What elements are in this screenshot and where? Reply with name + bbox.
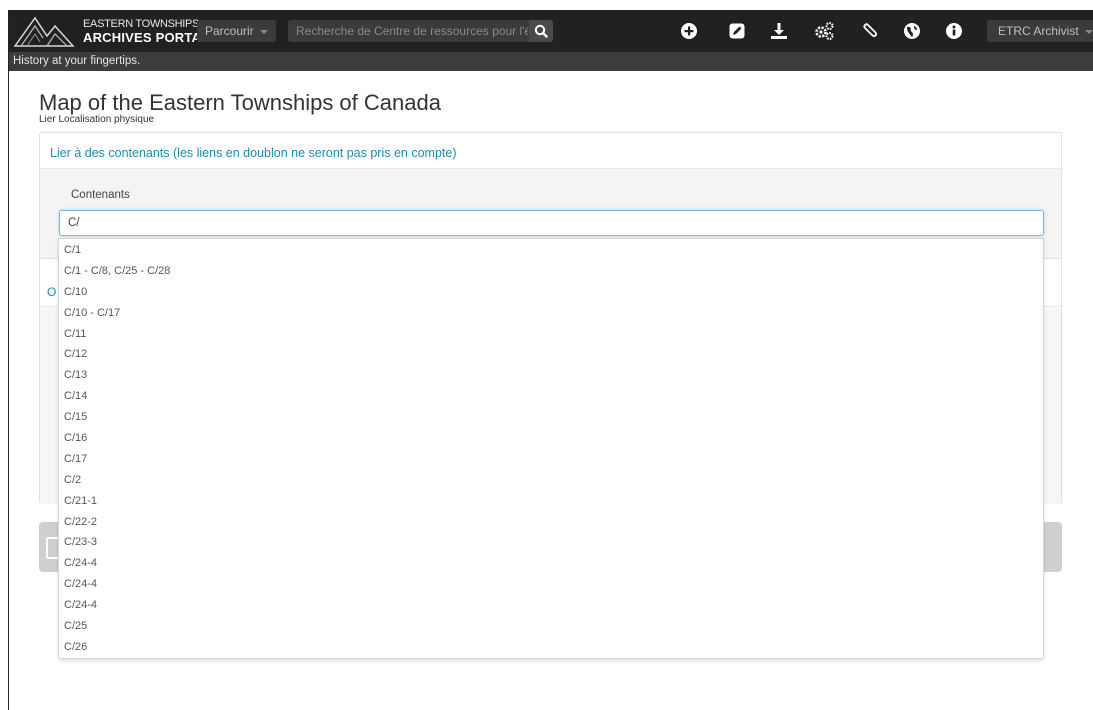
autocomplete-option[interactable]: C/21-1 [59,491,1043,512]
quick-links-menu-button[interactable] [944,21,964,41]
collapsed-section-label: O [47,285,57,299]
logo-text-top: EASTERN TOWNSHIPS [83,18,200,30]
edit-icon [729,23,745,39]
import-menu-button[interactable] [769,21,789,41]
autocomplete-option[interactable]: C/14 [59,386,1043,407]
autocomplete-option[interactable]: C/24-4 [59,595,1043,616]
caret-down-icon [259,29,268,34]
panel-heading-link[interactable]: Lier à des contenants (les liens en doub… [40,133,1061,169]
autocomplete-option[interactable]: C/24-4 [59,574,1043,595]
page-subtitle: Lier Localisation physique [39,114,155,125]
autocomplete-option[interactable]: C/26 [59,637,1043,658]
browse-label: Parcourir [205,24,254,38]
site-logo[interactable]: EASTERN TOWNSHIPS ARCHIVES PORTAL [13,14,209,48]
search-button[interactable] [529,20,553,42]
logo-text-bottom: ARCHIVES PORTAL [83,30,210,45]
download-icon [771,23,787,39]
caret-down-icon [1084,29,1093,34]
autocomplete-option[interactable]: C/17 [59,449,1043,470]
containers-field-label: Contenants [71,189,130,201]
add-menu-button[interactable] [679,21,699,41]
admin-menu-button[interactable] [814,21,834,41]
autocomplete-option[interactable]: C/12 [59,344,1043,365]
user-menu-label: ETRC Archivist [998,24,1079,38]
autocomplete-option[interactable]: C/23-3 [59,532,1043,553]
gears-icon [815,22,834,40]
browser-frame: EASTERN TOWNSHIPS ARCHIVES PORTAL Parcou… [8,10,1093,710]
autocomplete-option[interactable]: C/22-2 [59,512,1043,533]
autocomplete-option[interactable]: C/13 [59,365,1043,386]
autocomplete-option[interactable]: C/24-4 [59,553,1043,574]
autocomplete-option[interactable]: C/10 - C/17 [59,303,1043,324]
search-box [288,20,553,42]
paperclip-icon [863,23,878,38]
autocomplete-option[interactable]: C/25 [59,616,1043,637]
search-icon [534,24,548,38]
plus-circle-icon [681,23,697,39]
clipboard-menu-button[interactable] [860,21,880,41]
containers-input[interactable] [59,210,1044,236]
autocomplete-option[interactable]: C/1 - C/8, C/25 - C/28 [59,261,1043,282]
user-menu-button[interactable]: ETRC Archivist [987,20,1093,42]
info-icon [946,23,962,39]
form-action-button[interactable] [46,537,58,559]
autocomplete-dropdown: C/1 C/1 - C/8, C/25 - C/28 C/10 C/10 - C/17… [58,238,1044,659]
search-input[interactable] [288,20,528,42]
autocomplete-option[interactable]: C/10 [59,282,1043,303]
autocomplete-option[interactable]: C/1 [59,240,1043,261]
autocomplete-option[interactable]: C/2 [59,470,1043,491]
page-title: Map of the Eastern Townships of Canada [39,90,441,115]
browse-dropdown-button[interactable]: Parcourir [197,20,276,42]
autocomplete-option[interactable]: C/11 [59,324,1043,345]
globe-icon [904,23,920,39]
autocomplete-option[interactable]: C/15 [59,407,1043,428]
manage-menu-button[interactable] [727,21,747,41]
mountain-logo-icon [13,16,75,47]
autocomplete-option[interactable]: C/16 [59,428,1043,449]
top-navbar: EASTERN TOWNSHIPS ARCHIVES PORTAL Parcou… [9,10,1093,52]
language-menu-button[interactable] [902,21,922,41]
site-tagline: History at your fingertips. [9,52,1093,71]
